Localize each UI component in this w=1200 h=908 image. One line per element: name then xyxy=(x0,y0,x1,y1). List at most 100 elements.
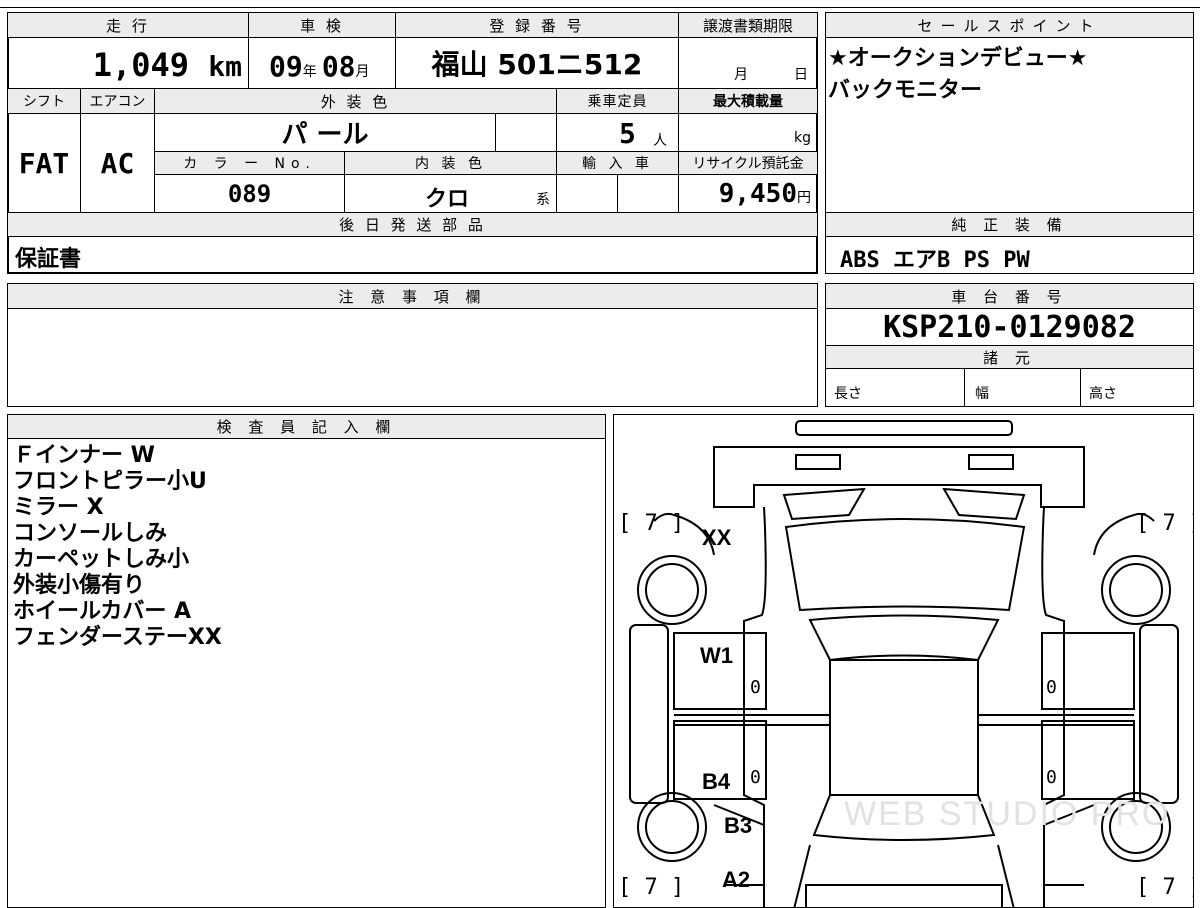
inspection-month-unit: 月 xyxy=(355,64,370,80)
inspection-month: 08 xyxy=(321,50,356,83)
front-hood-outline xyxy=(713,446,1085,508)
front-bumper-outline xyxy=(795,420,1013,436)
sales-points-box: ★オークションデビュー★ バックモニター xyxy=(825,37,1194,213)
registration-header: 登 録 番 号 xyxy=(395,12,679,38)
sales-point-line-1: ★オークションデビュー★ xyxy=(828,46,1088,71)
caution-header: 注 意 事 項 欄 xyxy=(7,283,818,309)
right-side-skirt xyxy=(1139,624,1179,804)
import-cell-a xyxy=(556,174,618,213)
wheel-front-right-inner xyxy=(1109,563,1163,617)
sales-point-line-2: バックモニター xyxy=(828,78,983,103)
front-cowl-left xyxy=(782,487,866,521)
color-no-cell: 089 xyxy=(154,174,345,213)
wheel-rear-left-inner xyxy=(645,800,699,854)
wheel-front-right-outer xyxy=(1101,555,1171,625)
headlight-right xyxy=(968,454,1014,470)
sales-points-header: セールスポイント xyxy=(825,12,1194,38)
inspector-box: Ｆインナー W フロントピラー小U ミラー X コンソールしみ カーペットしみ小… xyxy=(7,438,606,908)
mileage-unit: km xyxy=(208,50,242,83)
inspector-note-2: フロントピラー小U xyxy=(13,469,207,494)
inspector-header: 検 査 員 記 入 欄 xyxy=(7,414,606,439)
front-cowl-right xyxy=(942,487,1026,521)
interior-color-unit: 系 xyxy=(536,192,550,208)
wheel-rear-left-outer xyxy=(637,792,707,862)
genuine-equipment-value: ABS エアB PS PW xyxy=(840,248,1030,273)
mark-front-left: XX xyxy=(702,525,732,550)
specs-header: 諸 元 xyxy=(825,345,1194,369)
interior-color-value: クロ xyxy=(425,187,470,212)
car-diagram-panel: [ 7 ] [ 7 ] [ 7 ] [ 7 ] XX W1 B4 B3 A2 0… xyxy=(613,414,1194,908)
max-load-header: 最大積載量 xyxy=(678,88,818,114)
deferred-parts-cell: 保証書 xyxy=(7,236,818,274)
inspector-note-6: 外装小傷有り xyxy=(13,573,146,598)
capacity-unit: 人 xyxy=(653,133,667,149)
chassis-header: 車 台 番 号 xyxy=(825,283,1194,309)
import-cell-b xyxy=(617,174,679,213)
inspector-note-1: Ｆインナー W xyxy=(13,443,155,468)
rear-plate-outline xyxy=(805,884,1003,907)
deferred-parts-header: 後 日 発 送 部 品 xyxy=(7,212,818,237)
exterior-color-extra-cell xyxy=(495,113,557,152)
exterior-color-header: 外 装 色 xyxy=(154,88,557,114)
transfer-month-unit: 月 xyxy=(734,67,748,83)
exterior-color-value: パ ール xyxy=(281,120,369,150)
cabin-outline xyxy=(829,659,979,796)
tire-rear-right-label: [ 7 ] xyxy=(1136,875,1193,900)
inspector-note-8: フェンダーステーXX xyxy=(13,625,222,650)
inspector-note-3: ミラー X xyxy=(13,495,104,520)
mileage-header: 走 行 xyxy=(7,12,249,38)
capacity-value: 5 xyxy=(619,117,636,150)
zero-left-rear: 0 xyxy=(750,767,761,788)
specs-height-cell: 高さ xyxy=(1080,368,1194,407)
roof-outline xyxy=(808,614,1000,662)
max-load-unit: kg xyxy=(794,130,811,146)
exterior-color-cell: パ ール xyxy=(154,113,496,152)
mileage-cell: 1,049 km xyxy=(7,37,249,89)
zero-right-front: 0 xyxy=(1046,677,1057,698)
recycle-unit: 円 xyxy=(797,190,811,206)
shift-header: シフト xyxy=(7,88,81,114)
color-no-value: 089 xyxy=(227,179,272,208)
rear-deck-outline xyxy=(793,844,1015,907)
mark-door-left-rear: B4 xyxy=(702,769,731,794)
tire-front-right-label: [ 7 ] xyxy=(1136,511,1193,536)
tire-rear-left-label: [ 7 ] xyxy=(618,875,685,900)
mark-door-left-front: W1 xyxy=(700,643,733,668)
recycle-value: 9,450 xyxy=(718,179,797,209)
left-side-skirt xyxy=(629,624,669,804)
caution-box xyxy=(7,308,818,407)
interior-color-cell: クロ 系 xyxy=(344,174,557,213)
inspection-cell: 09年 08月 xyxy=(248,37,396,89)
headlight-left xyxy=(795,454,841,470)
deferred-parts-value: 保証書 xyxy=(15,247,82,272)
transfer-deadline-cell: 月 日 xyxy=(678,37,818,89)
transfer-day-unit: 日 xyxy=(794,67,808,83)
zero-left-front: 0 xyxy=(750,677,761,698)
shift-value: FAT xyxy=(18,146,70,180)
specs-width-label: 幅 xyxy=(975,386,989,402)
transfer-deadline-header: 譲渡書類期限 xyxy=(678,12,818,38)
max-load-cell: kg xyxy=(678,113,818,152)
specs-length-label: 長さ xyxy=(834,386,862,402)
zero-right-rear: 0 xyxy=(1046,767,1057,788)
aircon-value: AC xyxy=(100,146,135,180)
chassis-value: KSP210-0129082 xyxy=(883,309,1136,345)
import-header: 輸 入 車 xyxy=(556,151,679,175)
registration-cell: 福山 501ニ512 xyxy=(395,37,679,89)
recycle-cell: 9,450円 xyxy=(678,174,818,213)
top-strip xyxy=(0,0,1200,8)
aircon-header: エアコン xyxy=(80,88,155,114)
inspector-note-5: カーペットしみ小 xyxy=(13,547,190,572)
inspector-note-7: ホイールカバー A xyxy=(13,599,192,624)
shift-cell: FAT xyxy=(7,113,81,213)
watermark: WEB STUDIO PRO xyxy=(844,795,1171,833)
inspection-header: 車 検 xyxy=(248,12,396,38)
windshield-outline xyxy=(784,518,1026,612)
mileage-value: 1,049 xyxy=(92,46,190,84)
wheel-front-left-inner xyxy=(645,563,699,617)
inspection-year: 09 xyxy=(269,50,303,83)
aircon-cell: AC xyxy=(80,113,155,213)
specs-width-cell: 幅 xyxy=(964,368,1081,407)
wheel-front-left-outer xyxy=(637,555,707,625)
mark-rear-quarter: B3 xyxy=(724,813,753,838)
